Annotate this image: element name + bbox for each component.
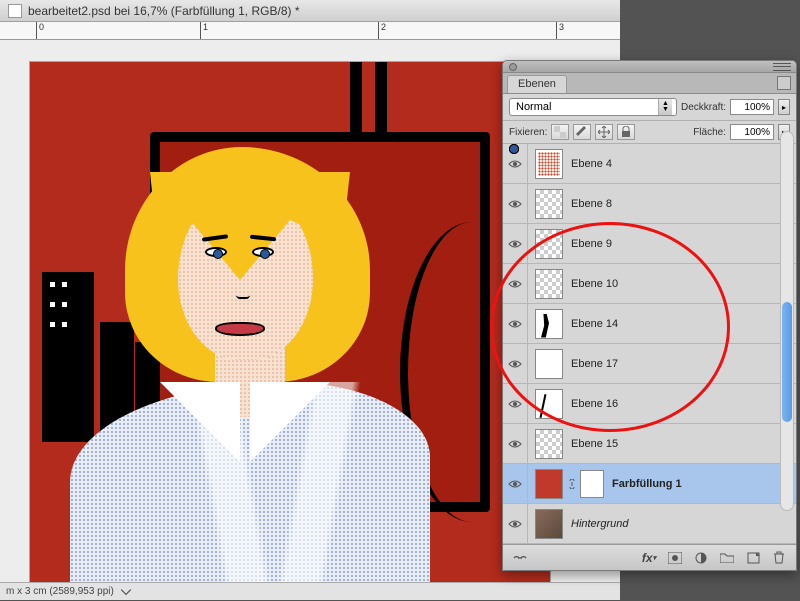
document-title: bearbeitet2.psd bei 16,7% (Farbfüllung 1… [28,4,300,18]
adjustment-layer-icon[interactable] [692,550,710,566]
opacity-input[interactable]: 100% [730,99,774,115]
panel-close-icon[interactable] [509,63,517,71]
layer-row[interactable]: Hintergrund [503,504,796,544]
layer-mask-icon[interactable] [666,550,684,566]
status-bar: m x 3 cm (2589,953 ppi) [0,582,620,600]
layer-thumbnail[interactable] [535,469,563,499]
layers-panel: Ebenen Normal ▲▼ Deckkraft: 100% ▸ Fixie… [502,60,797,571]
art-nose [236,295,250,299]
lock-row: Fixieren: Fläche: 100% ▸ [503,121,796,144]
layer-row[interactable]: Farbfüllung 1 [503,464,796,504]
layer-row[interactable]: Ebene 14 [503,304,796,344]
ruler-tick: 0 [36,22,44,39]
fill-label: Fläche: [693,127,726,138]
layer-row[interactable]: Ebene 4 [503,144,796,184]
visibility-toggle-icon[interactable] [506,398,524,410]
layer-row[interactable]: Ebene 17 [503,344,796,384]
visibility-toggle-icon[interactable] [506,238,524,250]
layer-thumbnail[interactable] [535,429,563,459]
link-layers-icon[interactable] [511,550,529,566]
blend-mode-value: Normal [516,101,551,113]
layer-name[interactable]: Hintergrund [571,518,628,530]
blend-row: Normal ▲▼ Deckkraft: 100% ▸ [503,94,796,121]
layer-row[interactable]: Ebene 9 [503,224,796,264]
layer-name[interactable]: Ebene 10 [571,278,618,290]
art-collar [160,382,330,472]
layer-name[interactable]: Ebene 17 [571,358,618,370]
layer-row[interactable]: Ebene 10 [503,264,796,304]
status-dims: m x 3 cm (2589,953 ppi) [6,586,114,597]
ruler-horizontal[interactable]: 0 1 2 3 [0,22,620,40]
visibility-toggle-icon[interactable] [506,438,524,450]
tab-ebenen[interactable]: Ebenen [507,75,567,93]
visibility-toggle-icon[interactable] [506,278,524,290]
blend-mode-select[interactable]: Normal ▲▼ [509,98,677,116]
panel-footer: fx▾ [503,544,796,570]
select-arrows-icon: ▲▼ [658,99,672,115]
layer-thumbnail[interactable] [535,389,563,419]
layer-row[interactable]: Ebene 16 [503,384,796,424]
layer-thumbnail[interactable] [535,229,563,259]
visibility-toggle-icon[interactable] [506,358,524,370]
scrollbar[interactable] [780,131,794,511]
lock-move-icon[interactable] [595,124,613,140]
layer-name[interactable]: Ebene 8 [571,198,612,210]
panel-menu-icon[interactable] [773,62,791,72]
ruler-tick: 3 [556,22,564,39]
ruler-tick: 1 [200,22,208,39]
group-icon[interactable] [718,550,736,566]
art-eye [205,247,227,257]
layer-name[interactable]: Farbfüllung 1 [612,478,682,490]
layer-name[interactable]: Ebene 14 [571,318,618,330]
layer-thumbnail[interactable] [535,349,563,379]
layer-thumbnail[interactable] [535,189,563,219]
layer-list: Ebene 4 Ebene 8 Ebene 9 Ebene 10 Ebene 14 Ebe… [503,144,796,544]
status-dropdown-icon[interactable] [120,586,132,598]
layer-thumbnail[interactable] [535,509,563,539]
layer-link-icon[interactable] [567,479,576,489]
layer-name[interactable]: Ebene 4 [571,158,612,170]
lock-all-icon[interactable] [617,124,635,140]
visibility-toggle-icon[interactable] [506,318,524,330]
ruler-tick: 2 [378,22,386,39]
visibility-toggle-icon[interactable] [506,518,524,530]
fx-icon[interactable]: fx▾ [640,550,658,566]
layer-thumbnail[interactable] [535,149,563,179]
new-layer-icon[interactable] [744,550,762,566]
layer-name[interactable]: Ebene 9 [571,238,612,250]
fill-input[interactable]: 100% [730,124,774,140]
trash-icon[interactable] [770,550,788,566]
visibility-toggle-icon[interactable] [506,478,524,490]
layer-thumbnail[interactable] [535,269,563,299]
lock-label: Fixieren: [509,127,547,138]
lock-transparent-icon[interactable] [551,124,569,140]
layer-name[interactable]: Ebene 16 [571,398,618,410]
panel-cycle-icon[interactable] [777,76,791,90]
art-lips [215,322,265,336]
opacity-dropdown-icon[interactable]: ▸ [778,99,790,115]
layer-name[interactable]: Ebene 15 [571,438,618,450]
layer-thumbnail[interactable] [535,309,563,339]
layer-row[interactable]: Ebene 15 [503,424,796,464]
opacity-label: Deckkraft: [681,102,726,113]
visibility-toggle-icon[interactable] [506,198,524,210]
canvas[interactable] [30,62,550,582]
layer-mask-thumb[interactable] [580,470,604,498]
visibility-toggle-icon[interactable] [506,158,524,170]
lock-paint-icon[interactable] [573,124,591,140]
panel-titlebar[interactable] [503,61,796,73]
panel-tabs: Ebenen [503,73,796,94]
layer-row[interactable]: Ebene 8 [503,184,796,224]
art-eye [252,247,274,257]
titlebar[interactable]: bearbeitet2.psd bei 16,7% (Farbfüllung 1… [0,0,620,22]
file-icon [8,4,22,18]
scrollbar-thumb[interactable] [782,302,792,422]
